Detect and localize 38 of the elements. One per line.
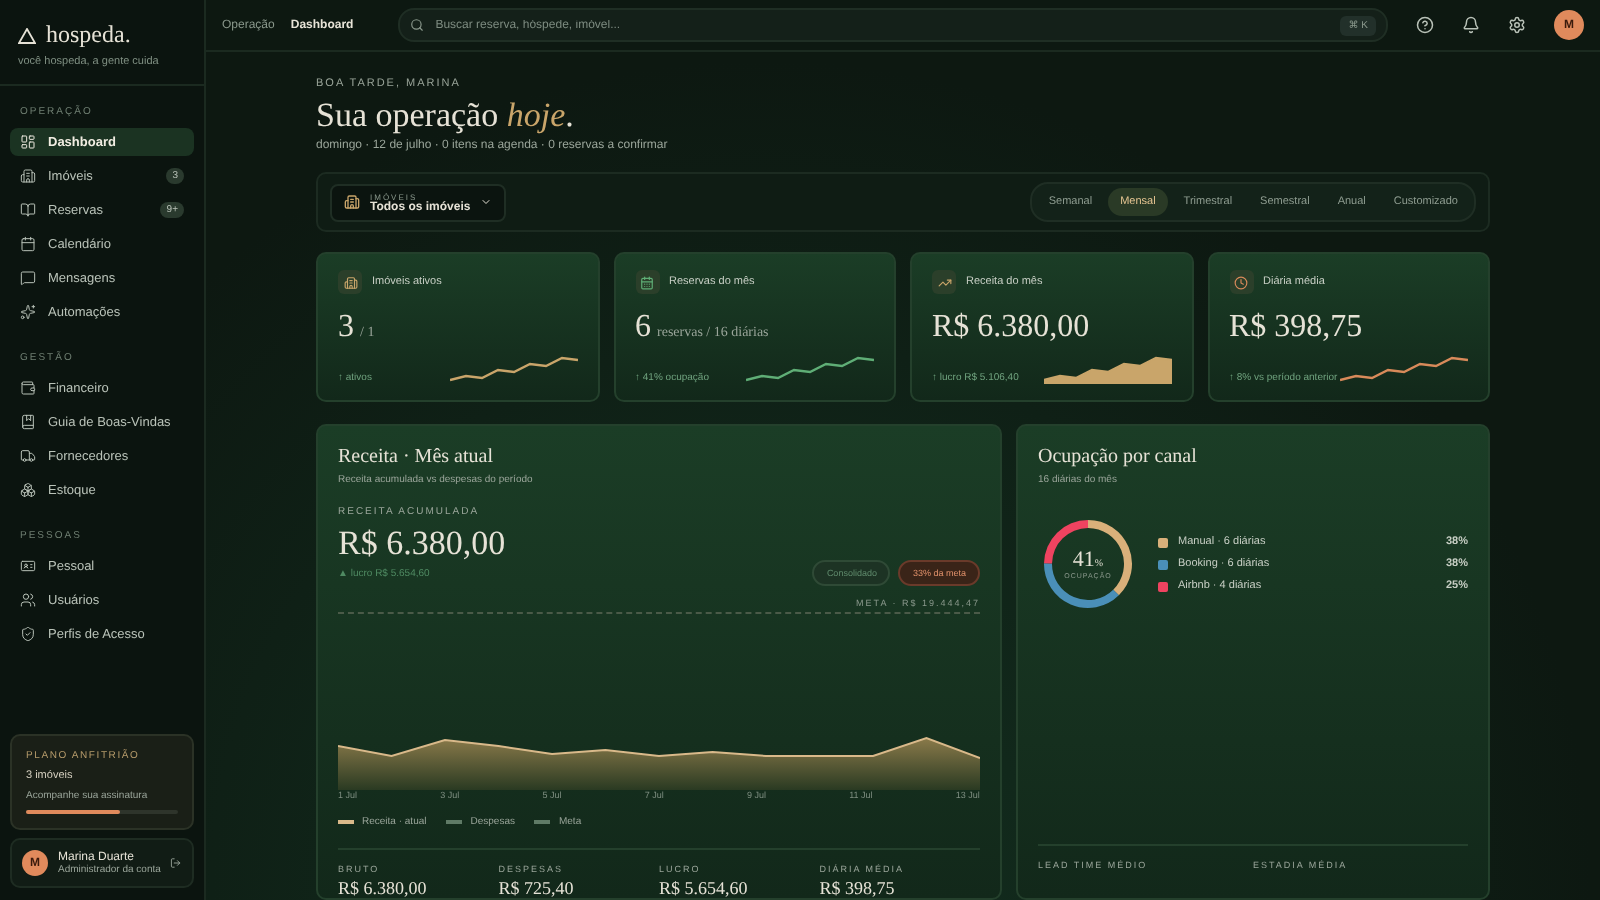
stat-value: R$ 725,40 [498, 878, 576, 898]
id-card-icon [20, 558, 36, 574]
boxes-icon [20, 482, 36, 498]
search-icon [409, 18, 424, 32]
stat-value: R$ 6.380,00 [338, 878, 429, 898]
dashboard-icon [20, 134, 36, 150]
trend-icon [932, 270, 956, 294]
truck-icon [20, 448, 36, 464]
building-icon [338, 270, 362, 294]
triangle-logo-icon [18, 27, 36, 43]
shield-icon [20, 626, 36, 642]
settings-button[interactable] [1508, 16, 1526, 34]
calendar-icon [635, 270, 659, 294]
stat-value: R$ 5.654,60 [659, 878, 750, 898]
kpi-value: R$ 398,75 [1229, 310, 1363, 346]
logout-icon[interactable] [170, 856, 182, 870]
stat-value: R$ 398,75 [819, 878, 897, 898]
revenue-value: R$ 6.380,00 [338, 524, 508, 564]
chevron-down-icon [480, 196, 493, 208]
page-title: Sua operação hoje. [316, 96, 576, 136]
calendar-icon [20, 236, 36, 252]
help-button[interactable] [1416, 16, 1434, 34]
users-icon [20, 592, 36, 608]
notifications-button[interactable] [1462, 16, 1480, 34]
brand-name: hospeda. [46, 20, 131, 50]
kpi-value: 3 [338, 310, 354, 346]
book-icon [20, 202, 36, 218]
bookmark-icon [20, 414, 36, 430]
kpi-value: 6 [635, 310, 651, 346]
wallet-icon [20, 380, 36, 396]
clock-icon [1229, 270, 1253, 294]
building-icon [20, 168, 36, 184]
kpi-value: R$ 6.380,00 [932, 310, 1090, 346]
chat-icon [20, 270, 36, 286]
card-title: Receita · Mês atual [338, 446, 495, 468]
card-title: Ocupação por canal [1038, 446, 1199, 468]
building-icon [344, 194, 360, 210]
sparkle-icon [20, 304, 36, 320]
